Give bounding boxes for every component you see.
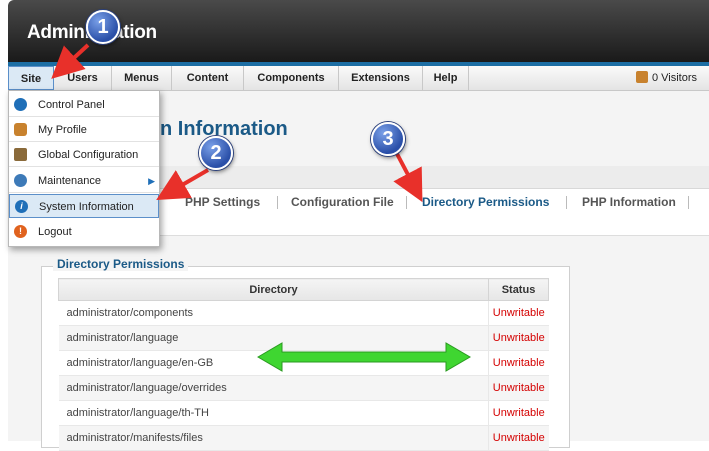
callout-badge-3: 3 bbox=[371, 122, 405, 156]
annotation-layer bbox=[51, 43, 471, 372]
double-arrow-icon bbox=[257, 342, 471, 372]
callout-badge-1: 1 bbox=[86, 10, 120, 44]
callout-badge-2: 2 bbox=[199, 136, 233, 170]
arrow-3-icon bbox=[393, 149, 423, 203]
arrow-1-icon bbox=[51, 43, 90, 79]
arrow-2-icon bbox=[156, 168, 210, 201]
